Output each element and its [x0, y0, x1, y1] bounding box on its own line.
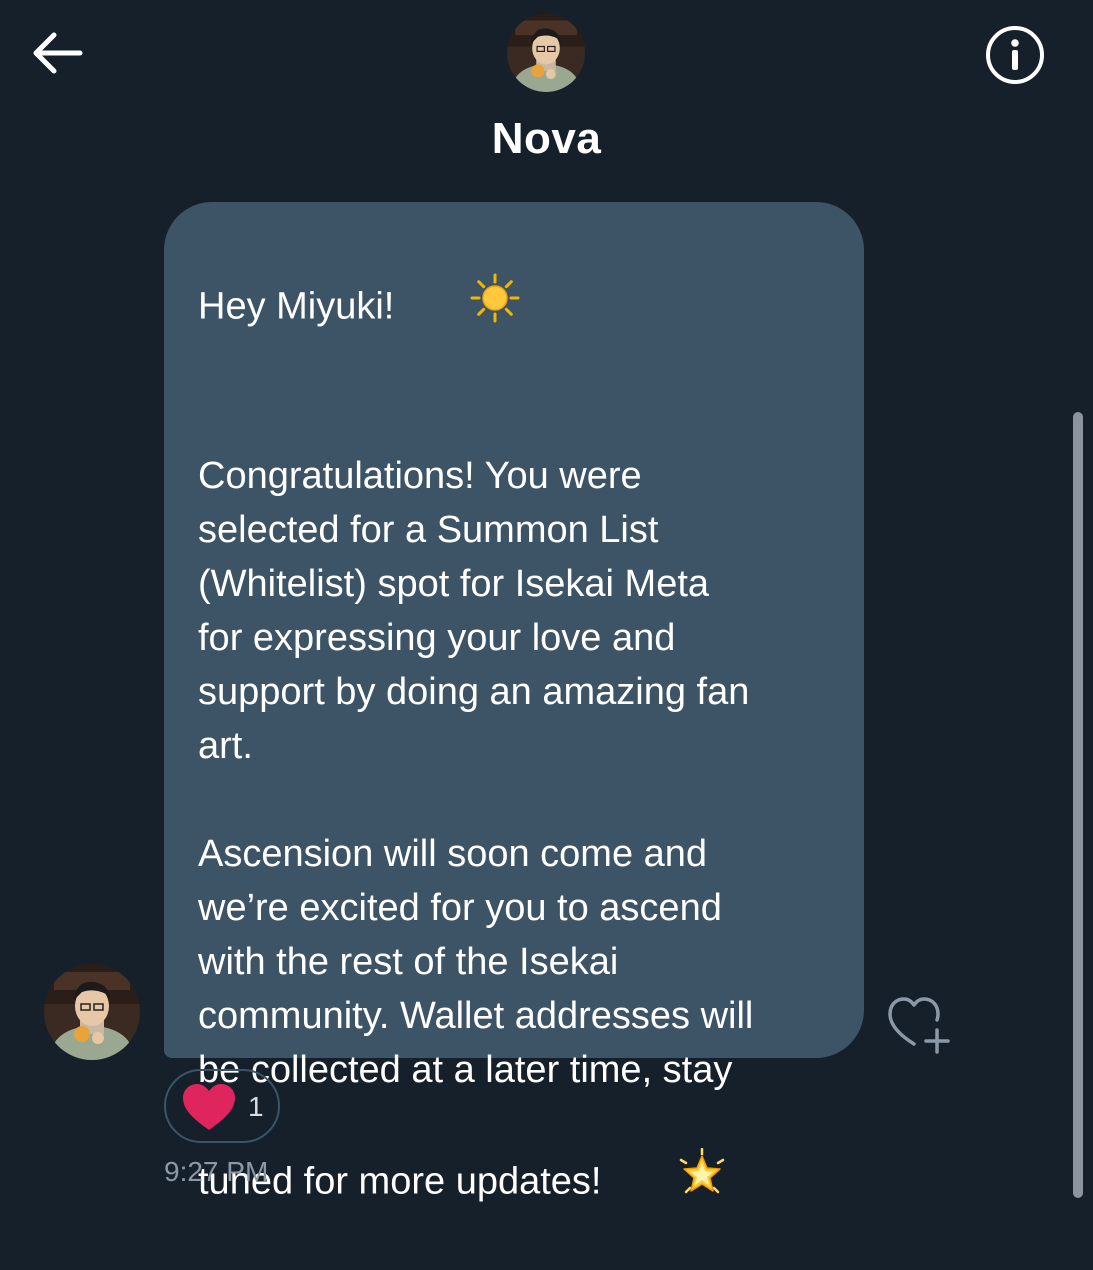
avatar-image	[507, 14, 585, 92]
message-line: selected for a Summon List	[198, 509, 659, 551]
conversation-title: Nova	[491, 114, 602, 163]
message-line: Ascension will soon come and	[198, 833, 708, 875]
message-greeting: Hey Miyuki!	[198, 222, 834, 395]
message-line: with the rest of the Isekai	[198, 941, 619, 983]
message-line: (Whitelist) spot for Isekai Meta	[198, 563, 710, 605]
message-line: we’re excited for you to ascend	[198, 887, 722, 929]
avatar-image	[44, 964, 140, 1060]
reaction-count: 1	[248, 1091, 264, 1122]
message-line: be collected at a later time, stay	[198, 1049, 733, 1091]
info-circle-icon	[986, 26, 1044, 84]
message-last-line: tuned for more updates!	[198, 1097, 834, 1270]
heart-icon	[183, 1084, 235, 1130]
scrollbar[interactable]	[1073, 412, 1083, 1198]
message-line: for expressing your love and	[198, 617, 676, 659]
arrow-left-icon	[33, 32, 83, 74]
message-bubble[interactable]: Hey Miyuki! Congratulations! You were se…	[164, 202, 864, 1203]
message-line: art.	[198, 725, 253, 767]
greeting-text: Hey Miyuki!	[198, 285, 395, 328]
sun-emoji	[406, 219, 520, 392]
reaction-badge[interactable]: 1	[164, 1069, 280, 1143]
sender-avatar[interactable]	[44, 964, 140, 1060]
message-line: Congratulations! You were	[198, 455, 642, 497]
back-button[interactable]	[28, 28, 86, 78]
message-timestamp: 9:27 PM	[164, 1156, 269, 1187]
message-line: support by doing an amazing fan	[198, 671, 750, 713]
header-avatar[interactable]	[507, 14, 585, 92]
message-line: community. Wallet addresses will	[198, 995, 754, 1037]
heart-plus-icon	[888, 997, 950, 1054]
glowing-star-emoji	[613, 1094, 726, 1267]
add-reaction-button[interactable]	[884, 994, 956, 1056]
info-button[interactable]	[984, 24, 1046, 86]
